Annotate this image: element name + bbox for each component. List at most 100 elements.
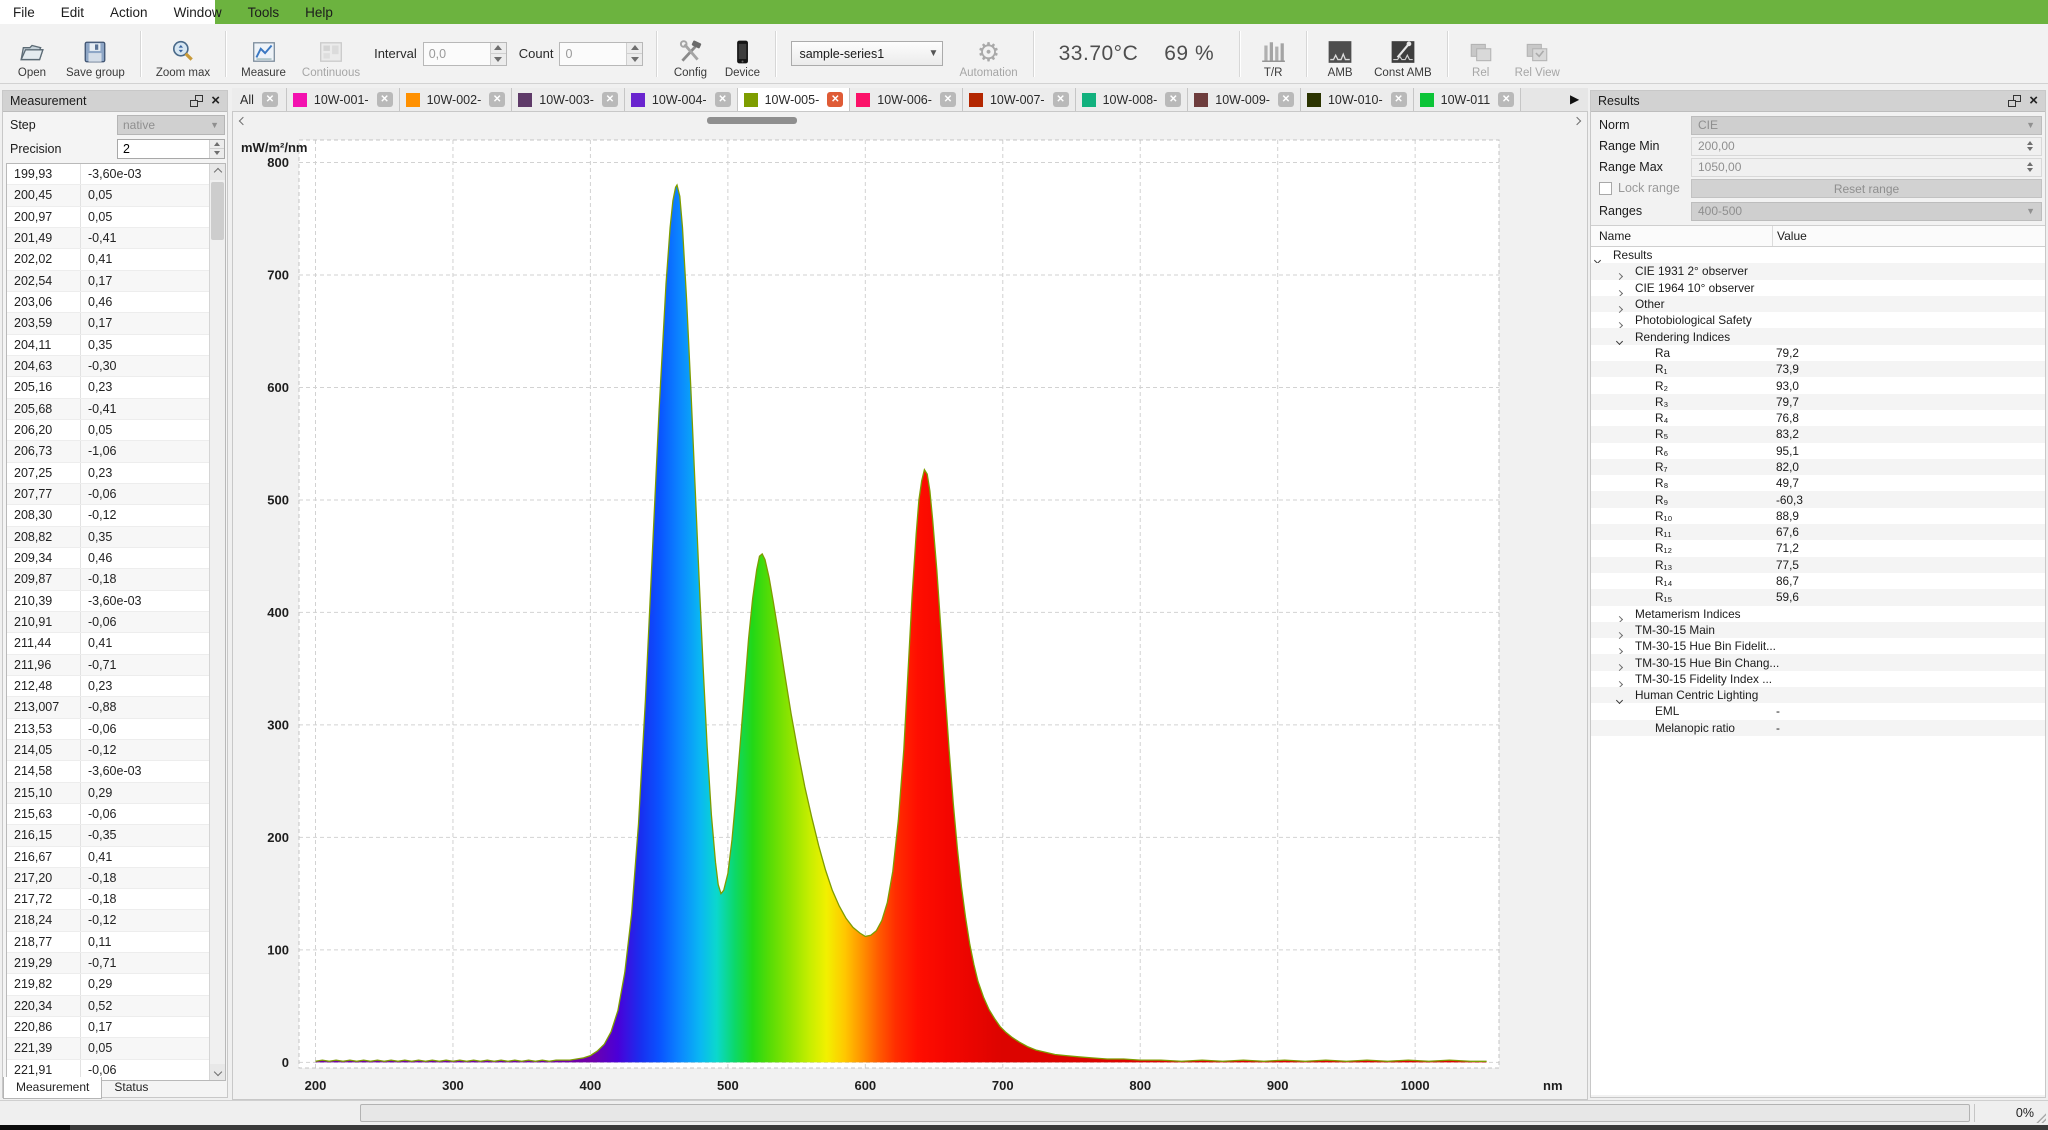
- series-tab-10w-005[interactable]: 10W-005-✕: [738, 88, 851, 111]
- open-button[interactable]: Open: [6, 27, 58, 81]
- measurement-row[interactable]: 208,820,35: [7, 527, 209, 548]
- measurement-row[interactable]: 201,49-0,41: [7, 228, 209, 249]
- results-tree-row[interactable]: Results: [1591, 247, 2045, 263]
- automation-button[interactable]: ⚙ Automation: [951, 27, 1025, 81]
- series-tab-10w-010[interactable]: 10W-010-✕: [1301, 88, 1414, 111]
- save-group-button[interactable]: Save group: [58, 27, 133, 81]
- results-tree-row[interactable]: TM-30-15 Hue Bin Fidelit...: [1591, 638, 2045, 654]
- menu-item-tools[interactable]: Tools: [235, 5, 293, 20]
- range-max-stepper[interactable]: 1050,00: [1691, 158, 2042, 177]
- results-tree-row[interactable]: Photobiological Safety: [1591, 312, 2045, 328]
- results-tree-row[interactable]: TM-30-15 Hue Bin Chang...: [1591, 654, 2045, 670]
- interval-value[interactable]: 0,0: [424, 43, 490, 65]
- results-tree-row[interactable]: R₂93,0: [1591, 377, 2045, 393]
- measurement-row[interactable]: 204,110,35: [7, 335, 209, 356]
- measurement-row[interactable]: 206,200,05: [7, 420, 209, 441]
- const-amb-button[interactable]: Const AMB: [1366, 27, 1440, 81]
- range-max-spin-arrows[interactable]: [2027, 162, 2035, 172]
- measurement-row[interactable]: 210,91-0,06: [7, 612, 209, 633]
- amb-button[interactable]: AMB: [1314, 27, 1366, 81]
- measurement-row[interactable]: 211,96-0,71: [7, 655, 209, 676]
- tab-close-icon[interactable]: ✕: [1498, 92, 1514, 107]
- measurement-row[interactable]: 211,440,41: [7, 633, 209, 654]
- close-panel-icon[interactable]: ×: [2029, 95, 2038, 107]
- reset-range-button[interactable]: Reset range: [1691, 179, 2042, 198]
- results-tree-row[interactable]: Human Centric Lighting: [1591, 687, 2045, 703]
- series-tab-10w-009[interactable]: 10W-009-✕: [1188, 88, 1301, 111]
- series-tab-10w-001[interactable]: 10W-001-✕: [287, 88, 400, 111]
- tab-close-icon[interactable]: ✕: [827, 92, 843, 107]
- measurement-row[interactable]: 214,05-0,12: [7, 740, 209, 761]
- measurement-row[interactable]: 205,160,23: [7, 377, 209, 398]
- measurement-row[interactable]: 205,68-0,41: [7, 399, 209, 420]
- tab-close-icon[interactable]: ✕: [262, 92, 278, 107]
- series-tab-10w-007[interactable]: 10W-007-✕: [963, 88, 1076, 111]
- series-tab-10w-011[interactable]: 10W-011✕: [1414, 88, 1522, 111]
- close-panel-icon[interactable]: ×: [211, 95, 220, 107]
- series-tab-10w-002[interactable]: 10W-002-✕: [400, 88, 513, 111]
- ranges-select[interactable]: 400-500 ▼: [1691, 202, 2042, 221]
- results-tree-row[interactable]: R₁₀88,9: [1591, 508, 2045, 524]
- measurement-row[interactable]: 218,24-0,12: [7, 910, 209, 931]
- results-tree-row[interactable]: R₆95,1: [1591, 443, 2045, 459]
- resize-grip[interactable]: [2036, 1113, 2046, 1123]
- results-tree-row[interactable]: R₈49,7: [1591, 475, 2045, 491]
- results-tree-row[interactable]: CIE 1964 10° observer: [1591, 280, 2045, 296]
- series-tab-10w-006[interactable]: 10W-006-✕: [850, 88, 963, 111]
- continuous-button[interactable]: Continuous: [294, 27, 368, 81]
- measurement-row[interactable]: 220,340,52: [7, 996, 209, 1017]
- measurement-row[interactable]: 204,63-0,30: [7, 356, 209, 377]
- results-tree-row[interactable]: TM-30-15 Fidelity Index ...: [1591, 671, 2045, 687]
- results-tree-row[interactable]: R₇82,0: [1591, 459, 2045, 475]
- rel-view-button[interactable]: Rel View: [1507, 27, 1568, 81]
- scroll-up-arrow-icon[interactable]: [210, 164, 225, 180]
- value-column-header[interactable]: Value: [1773, 229, 1807, 243]
- tab-close-icon[interactable]: ✕: [489, 92, 505, 107]
- results-tree-row[interactable]: R₁₁67,6: [1591, 524, 2045, 540]
- tab-close-icon[interactable]: ✕: [940, 92, 956, 107]
- measurement-row[interactable]: 203,060,46: [7, 292, 209, 313]
- results-tree-row[interactable]: R₁₂71,2: [1591, 540, 2045, 556]
- measurement-row[interactable]: 212,480,23: [7, 676, 209, 697]
- measurement-row[interactable]: 210,39-3,60e-03: [7, 591, 209, 612]
- tab-measurement[interactable]: Measurement: [3, 1077, 102, 1099]
- results-tree-row[interactable]: EML-: [1591, 703, 2045, 719]
- float-panel-icon[interactable]: [2008, 95, 2021, 107]
- results-tree-row[interactable]: CIE 1931 2° observer: [1591, 263, 2045, 279]
- tab-close-icon[interactable]: ✕: [1165, 92, 1181, 107]
- measurement-row[interactable]: 215,100,29: [7, 783, 209, 804]
- series-tab-10w-008[interactable]: 10W-008-✕: [1076, 88, 1189, 111]
- tab-close-icon[interactable]: ✕: [602, 92, 618, 107]
- tr-button[interactable]: T/R: [1247, 27, 1299, 81]
- measurement-row[interactable]: 199,93-3,60e-03: [7, 164, 209, 185]
- measurement-row[interactable]: 218,770,11: [7, 932, 209, 953]
- measurement-row[interactable]: 209,340,46: [7, 548, 209, 569]
- results-tree-row[interactable]: R₄76,8: [1591, 410, 2045, 426]
- series-combobox[interactable]: sample-series1 ▼: [791, 41, 943, 66]
- menu-item-action[interactable]: Action: [97, 5, 161, 20]
- measurement-row[interactable]: 219,820,29: [7, 974, 209, 995]
- range-min-stepper[interactable]: 200,00: [1691, 137, 2042, 156]
- rel-button[interactable]: Rel: [1455, 27, 1507, 81]
- menu-item-edit[interactable]: Edit: [48, 5, 97, 20]
- tab-status[interactable]: Status: [102, 1077, 160, 1099]
- tab-close-icon[interactable]: ✕: [715, 92, 731, 107]
- results-tree-row[interactable]: Other: [1591, 296, 2045, 312]
- results-tree-row[interactable]: R₁73,9: [1591, 361, 2045, 377]
- measurement-row[interactable]: 219,29-0,71: [7, 953, 209, 974]
- count-stepper[interactable]: 0: [559, 42, 643, 66]
- measurement-table-scrollbar[interactable]: [209, 164, 225, 1080]
- series-tab-10w-003[interactable]: 10W-003-✕: [512, 88, 625, 111]
- measurement-row[interactable]: 215,63-0,06: [7, 804, 209, 825]
- tab-close-icon[interactable]: ✕: [1053, 92, 1069, 107]
- config-button[interactable]: Config: [664, 27, 716, 81]
- scrollbar-thumb[interactable]: [211, 182, 224, 240]
- interval-stepper[interactable]: 0,0: [423, 42, 507, 66]
- measurement-row[interactable]: 207,250,23: [7, 463, 209, 484]
- results-tree-row[interactable]: R₃79,7: [1591, 394, 2045, 410]
- measure-button[interactable]: Measure: [233, 27, 294, 81]
- measurement-row[interactable]: 213,007-0,88: [7, 697, 209, 718]
- scrollbar-thumb[interactable]: [707, 117, 797, 124]
- measurement-row[interactable]: 213,53-0,06: [7, 719, 209, 740]
- precision-spin-arrows[interactable]: [209, 140, 224, 158]
